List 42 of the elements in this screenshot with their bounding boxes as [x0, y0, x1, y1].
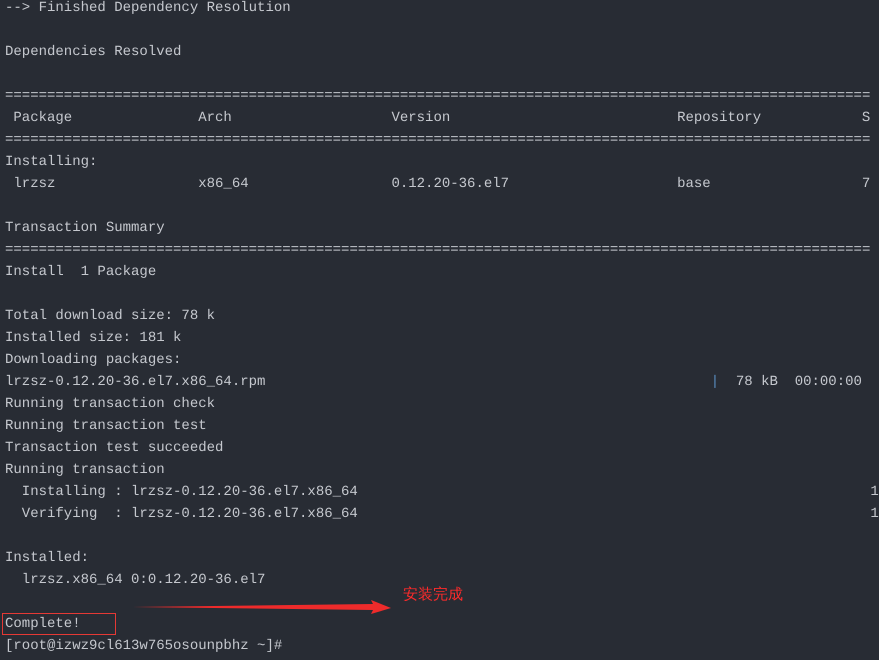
- table-cell: x86_64: [198, 176, 249, 192]
- separator-line: =======================================================================================================: [5, 131, 870, 150]
- highlighted-message: Complete!: [2, 613, 116, 635]
- table-cell: Package: [13, 110, 72, 126]
- step-label: Installing: [22, 484, 106, 500]
- annotation-text: 安装完成: [403, 584, 463, 605]
- output-line: Dependencies Resolved: [5, 43, 182, 62]
- table-cell: lrzsz: [13, 176, 56, 192]
- output-line: Downloading packages:: [5, 351, 182, 370]
- package-name: lrzsz-0.12.20-36.el7.x86_64: [131, 506, 358, 522]
- file-name: lrzsz-0.12.20-36.el7.x86_64.rpm: [5, 374, 266, 390]
- output-line: Running transaction: [5, 461, 165, 480]
- table-cell: Version: [391, 110, 450, 126]
- table-cell: 0.12.20-36.el7: [391, 176, 510, 192]
- table-cell: S: [862, 110, 870, 126]
- output-line: Running transaction test: [5, 417, 207, 436]
- output-line: Running transaction check: [5, 395, 216, 414]
- separator-line: =======================================================================================================: [5, 87, 870, 106]
- output-line: Installed:: [5, 549, 90, 568]
- elapsed-time: 00:00:00: [794, 373, 862, 392]
- step-count: 1: [870, 483, 879, 502]
- output-line: lrzsz.x86_64 0:0.12.20-36.el7: [22, 571, 266, 590]
- output-line: Install 1 Package: [5, 263, 156, 282]
- step-label: Verifying: [22, 506, 98, 522]
- table-cell: base: [677, 176, 711, 192]
- output-line: Total download size: 78 k: [5, 307, 216, 326]
- output-line: Installing:: [5, 153, 98, 172]
- table-cell: 7: [862, 176, 870, 192]
- output-line: Transaction Summary: [5, 219, 165, 238]
- output-line: Installed size: 181 k: [5, 329, 182, 348]
- output-line: Transaction test succeeded: [5, 439, 224, 458]
- separator: :: [114, 484, 123, 500]
- output-line: --> Finished Dependency Resolution: [5, 0, 291, 18]
- separator-line: =======================================================================================================: [5, 241, 870, 260]
- step-count: 1: [870, 505, 879, 524]
- divider-glyph: |: [710, 374, 720, 390]
- output-line: [root@izwz9cl613w765osounpbhz ~]#: [5, 637, 282, 656]
- download-size: 78 kB: [736, 374, 778, 390]
- separator: :: [114, 506, 123, 522]
- table-cell: Arch: [198, 110, 232, 126]
- table-cell: Repository: [677, 110, 762, 126]
- package-name: lrzsz-0.12.20-36.el7.x86_64: [131, 484, 358, 500]
